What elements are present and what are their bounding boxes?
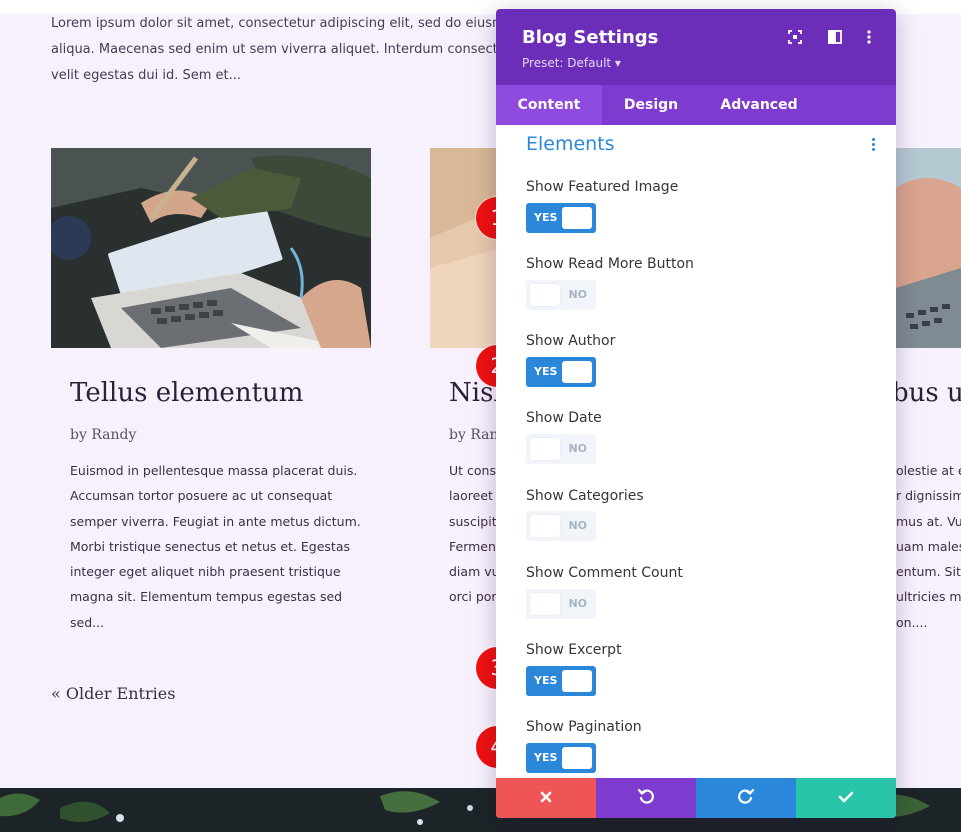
excerpt-line: r dignissim <box>896 483 961 508</box>
toggle-knob <box>530 438 560 460</box>
intro-line: velit egestas dui id. Sem et... <box>51 63 521 89</box>
excerpt-line: uam males <box>896 534 961 559</box>
toggle-knob <box>530 284 560 306</box>
check-icon <box>838 789 854 808</box>
excerpt-line: Fermen <box>449 534 497 559</box>
excerpt-line: Morbi tristique senectus et netus et. Eg… <box>70 534 370 559</box>
layout-split-icon[interactable] <box>827 29 843 45</box>
tab-design[interactable]: Design <box>602 85 700 125</box>
excerpt-line: mus at. Vul <box>896 509 961 534</box>
toggle-state: NO <box>568 589 587 619</box>
tab-content[interactable]: Content <box>496 85 602 125</box>
intro-line: aliqua. Maecenas sed enim ut sem viverra… <box>51 37 521 63</box>
toggle-state: NO <box>568 280 587 310</box>
panel-header[interactable]: Blog Settings Preset: Default ▾ <box>496 9 896 85</box>
toggle-pagination[interactable]: YES <box>526 743 596 773</box>
excerpt-line: laoreet s <box>449 483 497 508</box>
toggle-featured-image[interactable]: YES <box>526 203 596 233</box>
option-label: Show Author <box>526 333 615 349</box>
excerpt-line: on.... <box>896 610 961 635</box>
post-title[interactable]: Tellus elementum <box>70 378 360 408</box>
toggle-knob <box>530 593 560 615</box>
close-icon <box>539 789 553 808</box>
excerpt-line: Accumsan tortor posuere ac ut consequat <box>70 483 370 508</box>
undo-icon <box>637 787 655 809</box>
post-author[interactable]: by Ran <box>449 427 497 443</box>
post-author[interactable]: by Randy <box>70 427 190 443</box>
toggle-author[interactable]: YES <box>526 357 596 387</box>
option-label: Show Excerpt <box>526 642 622 658</box>
toggle-state: NO <box>568 511 587 541</box>
excerpt-line: semper viverra. Feugiat in ante metus di… <box>70 509 370 534</box>
post-excerpt: Ut conse laoreet s suscipit Fermen diam … <box>449 458 497 610</box>
excerpt-line: sed... <box>70 610 370 635</box>
cancel-button[interactable] <box>496 778 596 818</box>
toggle-knob <box>562 747 592 769</box>
post-featured-image[interactable] <box>430 148 500 348</box>
excerpt-line: orci port <box>449 584 497 609</box>
toggle-state: YES <box>534 203 557 233</box>
option-label: Show Categories <box>526 488 644 504</box>
excerpt-line: ultricies mi <box>896 584 961 609</box>
excerpt-line: integer eget aliquet nibh praesent trist… <box>70 559 370 584</box>
toggle-categories[interactable]: NO <box>526 511 596 541</box>
blog-settings-panel: Blog Settings Preset: Default ▾ Content … <box>496 9 896 818</box>
more-vertical-icon[interactable] <box>861 29 877 45</box>
redo-button[interactable] <box>696 778 796 818</box>
elements-group-title[interactable]: Elements <box>526 133 615 155</box>
option-label: Show Pagination <box>526 719 642 735</box>
toggle-comment-count[interactable]: NO <box>526 589 596 619</box>
toggle-read-more[interactable]: NO <box>526 280 596 310</box>
focus-icon[interactable] <box>787 29 803 45</box>
toggle-knob <box>562 670 592 692</box>
undo-button[interactable] <box>596 778 696 818</box>
toggle-knob <box>562 361 592 383</box>
excerpt-line: Euismod in pellentesque massa placerat d… <box>70 458 370 483</box>
post-featured-image[interactable] <box>51 148 371 348</box>
post-title[interactable]: bus ult <box>892 378 961 408</box>
toggle-state: YES <box>534 666 557 696</box>
intro-text: Lorem ipsum dolor sit amet, consectetur … <box>51 11 521 89</box>
save-button[interactable] <box>796 778 896 818</box>
toggle-state: YES <box>534 743 557 773</box>
panel-title: Blog Settings <box>522 27 658 48</box>
excerpt-line: diam vu <box>449 559 497 584</box>
option-label: Show Date <box>526 410 602 426</box>
excerpt-line: magna sit. Elementum tempus egestas sed <box>70 584 370 609</box>
group-menu-icon[interactable] <box>870 138 876 154</box>
post-featured-image[interactable] <box>896 148 961 348</box>
toggle-excerpt[interactable]: YES <box>526 666 596 696</box>
preset-dropdown[interactable]: Preset: Default ▾ <box>522 56 621 70</box>
excerpt-line: olestie at e <box>896 458 961 483</box>
excerpt-line: Ut conse <box>449 458 497 483</box>
toggle-knob <box>562 207 592 229</box>
intro-line: Lorem ipsum dolor sit amet, consectetur … <box>51 11 521 37</box>
toggle-state: NO <box>568 434 587 464</box>
option-label: Show Featured Image <box>526 179 678 195</box>
post-excerpt: olestie at e r dignissim mus at. Vul uam… <box>896 458 961 635</box>
redo-icon <box>737 787 755 809</box>
older-entries-link[interactable]: « Older Entries <box>51 684 175 703</box>
toggle-knob <box>530 515 560 537</box>
post-excerpt: Euismod in pellentesque massa placerat d… <box>70 458 370 635</box>
excerpt-line: entum. Sit a <box>896 559 961 584</box>
tab-advanced[interactable]: Advanced <box>700 85 818 125</box>
panel-tabs: Content Design Advanced <box>496 85 896 125</box>
excerpt-line: suscipit <box>449 509 497 534</box>
toggle-state: YES <box>534 357 557 387</box>
option-label: Show Read More Button <box>526 256 694 272</box>
toggle-date[interactable]: NO <box>526 434 596 464</box>
option-label: Show Comment Count <box>526 565 683 581</box>
panel-action-bar <box>496 778 896 818</box>
